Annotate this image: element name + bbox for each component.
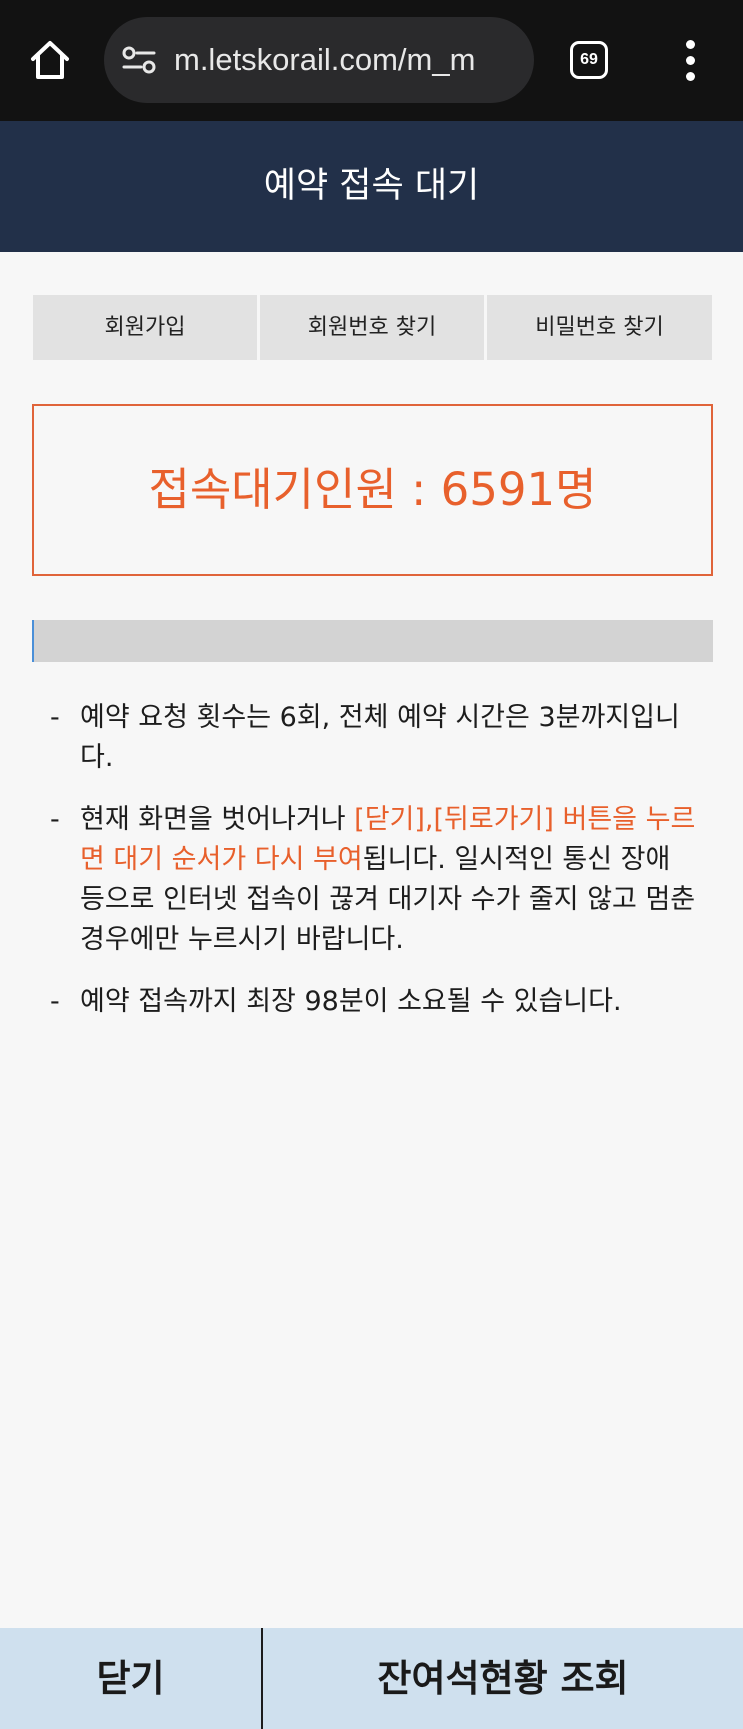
address-bar[interactable]: m.letskorail.com/m_m	[104, 17, 534, 103]
member-button-group: 회원가입 회원번호 찾기 비밀번호 찾기	[33, 295, 712, 360]
url-text[interactable]: m.letskorail.com/m_m	[174, 17, 524, 103]
notice-text: 예약 요청 횟수는 6회, 전체 예약 시간은 3분까지입니다.	[80, 702, 680, 773]
notice-item: - 예약 요청 횟수는 6회, 전체 예약 시간은 3분까지입니다.	[50, 698, 700, 778]
bullet-dash: -	[50, 702, 60, 733]
queue-count-text: 접속대기인원 : 6591명	[148, 463, 597, 516]
find-password-button[interactable]: 비밀번호 찾기	[487, 295, 712, 360]
notice-item: - 현재 화면을 벗어나거나 [닫기],[뒤로가기] 버튼을 누르면 대기 순서…	[50, 800, 700, 960]
bottom-action-bar: 닫기 잔여석현황 조회	[0, 1628, 743, 1729]
queue-status-box: 접속대기인원 : 6591명	[32, 404, 713, 576]
queue-progress-bar	[32, 620, 713, 662]
close-button[interactable]: 닫기	[0, 1628, 261, 1729]
site-settings-icon[interactable]	[122, 45, 156, 75]
remaining-seats-button[interactable]: 잔여석현황 조회	[263, 1628, 743, 1729]
notice-item: - 예약 접속까지 최장 98분이 소요될 수 있습니다.	[50, 982, 700, 1022]
browser-toolbar: m.letskorail.com/m_m 69	[0, 0, 743, 121]
page-title: 예약 접속 대기	[263, 166, 480, 206]
page-header: 예약 접속 대기	[0, 121, 743, 252]
bullet-dash: -	[50, 804, 60, 835]
queue-progress-fill	[32, 620, 34, 662]
home-icon[interactable]	[28, 38, 72, 82]
signup-button[interactable]: 회원가입	[33, 295, 257, 360]
notice-list: - 예약 요청 횟수는 6회, 전체 예약 시간은 3분까지입니다. - 현재 …	[50, 698, 700, 1022]
find-member-number-button[interactable]: 회원번호 찾기	[260, 295, 484, 360]
notice-text: 예약 접속까지 최장 98분이 소요될 수 있습니다.	[80, 986, 622, 1017]
bullet-dash: -	[50, 986, 60, 1017]
notice-text: 현재 화면을 벗어나거나	[80, 804, 355, 835]
more-menu-icon[interactable]	[672, 40, 712, 82]
tab-switcher-button[interactable]: 69	[570, 41, 608, 79]
